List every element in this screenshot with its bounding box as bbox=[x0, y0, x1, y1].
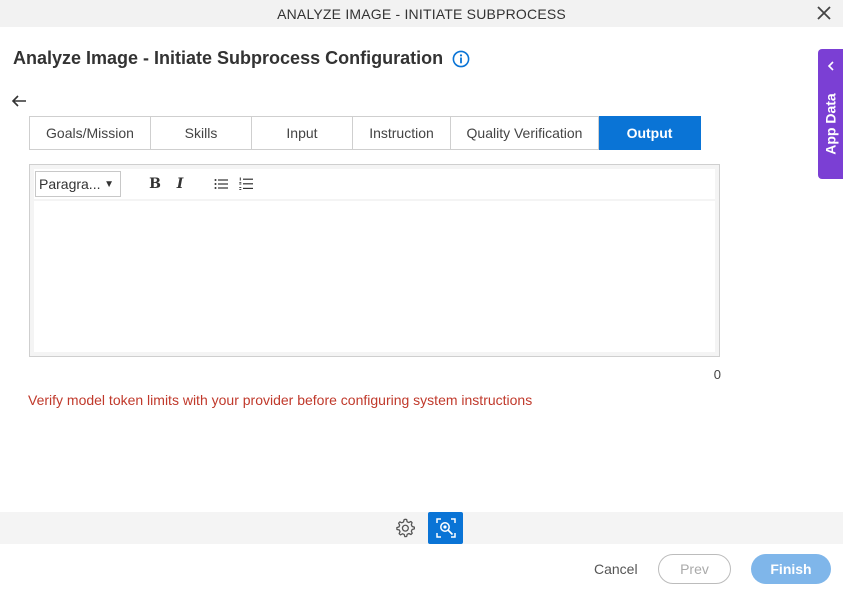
finish-button[interactable]: Finish bbox=[751, 554, 831, 584]
tab-skills[interactable]: Skills bbox=[151, 116, 252, 150]
app-data-label: App Data bbox=[822, 93, 839, 155]
page-title: Analyze Image - Initiate Subprocess Conf… bbox=[13, 48, 444, 68]
window-title: ANALYZE IMAGE - INITIATE SUBPROCESS bbox=[277, 5, 566, 22]
app-data-label-wrap: App Data bbox=[819, 79, 842, 169]
paragraph-format-value: Paragra... bbox=[39, 176, 101, 192]
tab-input[interactable]: Input bbox=[252, 116, 353, 150]
window-titlebar: ANALYZE IMAGE - INITIATE SUBPROCESS bbox=[0, 0, 843, 27]
app-data-panel-toggle[interactable]: App Data bbox=[818, 49, 843, 179]
ai-analyze-image-button[interactable] bbox=[428, 512, 463, 544]
dialog-footer: Cancel Prev Finish bbox=[0, 544, 843, 591]
rich-text-editor: Paragra... ▼ B I bbox=[29, 164, 720, 357]
bold-button[interactable]: B bbox=[144, 173, 166, 195]
tab-bar: Goals/Mission Skills Input Instruction Q… bbox=[29, 116, 701, 150]
bullet-list-button[interactable] bbox=[210, 173, 232, 195]
cancel-button[interactable]: Cancel bbox=[594, 561, 638, 577]
back-arrow-icon[interactable] bbox=[10, 93, 28, 109]
numbered-list-button[interactable] bbox=[235, 173, 257, 195]
tab-output[interactable]: Output bbox=[599, 116, 701, 150]
tab-quality-verification[interactable]: Quality Verification bbox=[451, 116, 599, 150]
info-icon[interactable] bbox=[452, 50, 470, 68]
bottom-toolbar bbox=[0, 512, 843, 544]
numbered-list-icon bbox=[239, 177, 253, 190]
page-heading: Analyze Image - Initiate Subprocess Conf… bbox=[13, 48, 470, 69]
prev-button[interactable]: Prev bbox=[658, 554, 731, 584]
close-icon[interactable] bbox=[815, 4, 833, 22]
caret-down-icon: ▼ bbox=[104, 178, 114, 190]
token-limit-warning: Verify model token limits with your prov… bbox=[28, 392, 533, 408]
editor-toolbar: Paragra... ▼ B I bbox=[34, 169, 715, 199]
bullet-list-icon bbox=[214, 179, 228, 189]
character-count: 0 bbox=[713, 367, 721, 382]
ai-image-icon bbox=[435, 518, 456, 538]
editor-content-area[interactable] bbox=[34, 201, 715, 352]
tab-goals-mission[interactable]: Goals/Mission bbox=[29, 116, 151, 150]
tab-instruction[interactable]: Instruction bbox=[353, 116, 451, 150]
paragraph-format-select[interactable]: Paragra... ▼ bbox=[35, 171, 121, 197]
gear-icon[interactable] bbox=[394, 517, 416, 539]
chevron-left-icon bbox=[827, 61, 834, 71]
italic-button[interactable]: I bbox=[169, 173, 191, 195]
